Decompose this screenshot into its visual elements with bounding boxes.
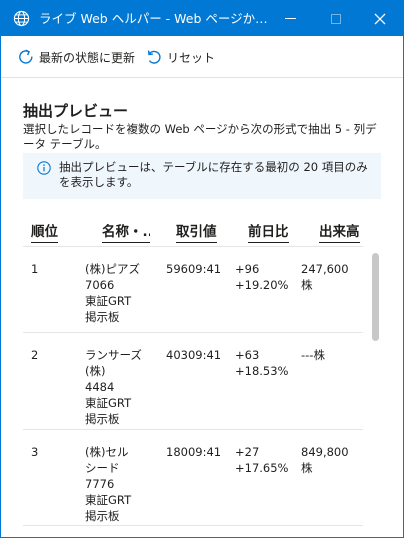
- toolbar: 最新の状態に更新 リセット: [1, 36, 403, 78]
- reset-button[interactable]: リセット: [145, 46, 215, 68]
- table-row: 3 (株)セル シード 7776 東証GRT 掲示板 18009:41 +27 …: [23, 430, 363, 526]
- maximize-icon: [331, 13, 341, 24]
- column-header-trade-value[interactable]: 取引値: [176, 224, 217, 243]
- window-title: ライブ Web ヘルパー - Web ページからデータを...: [39, 11, 275, 26]
- column-header-change[interactable]: 前日比: [248, 224, 289, 243]
- globe-icon: [13, 10, 30, 27]
- trade-value-cell: 40309:41: [166, 348, 222, 362]
- close-icon: [374, 13, 386, 24]
- reset-label: リセット: [167, 50, 216, 65]
- rank-cell: 2: [31, 348, 39, 362]
- refresh-button[interactable]: 最新の状態に更新: [17, 46, 135, 68]
- volume-cell: ---株: [301, 348, 325, 362]
- table-row: 2 ランサーズ (株) 4484 東証GRT 掲示板 40309:41 +63 …: [23, 333, 363, 430]
- scrollbar-thumb[interactable]: [372, 253, 379, 341]
- refresh-icon: [19, 49, 33, 64]
- change-cell: +63 +18.53%: [235, 348, 289, 378]
- close-button[interactable]: [357, 1, 403, 36]
- trade-value-cell: 59609:41: [166, 262, 222, 276]
- rank-cell: 3: [31, 445, 39, 459]
- column-header-rank[interactable]: 順位: [31, 224, 58, 243]
- change-cell: +27 +17.65%: [235, 445, 289, 475]
- name-cell: (株)ピアズ 7066 東証GRT 掲示板: [85, 262, 140, 324]
- info-text: 抽出プレビューは、テーブルに存在する最初の 20 項目のみを表示します。: [59, 160, 368, 189]
- undo-icon: [147, 50, 161, 64]
- volume-cell: 849,800 株: [301, 445, 349, 475]
- name-cell: (株)セル シード 7776 東証GRT 掲示板: [85, 445, 132, 523]
- table-body: 1 (株)ピアズ 7066 東証GRT 掲示板 59609:41 +96 +19…: [23, 247, 363, 537]
- column-header-volume[interactable]: 出来高: [319, 224, 360, 243]
- title-bar[interactable]: ライブ Web ヘルパー - Web ページからデータを...: [1, 1, 403, 36]
- info-bar: 抽出プレビューは、テーブルに存在する最初の 20 項目のみを表示します。: [23, 153, 381, 199]
- column-header-name[interactable]: 名称・...: [102, 224, 150, 243]
- refresh-label: 最新の状態に更新: [39, 50, 136, 65]
- live-web-helper-window: ライブ Web ヘルパー - Web ページからデータを... 最新の状態に更新: [0, 0, 404, 538]
- rank-cell: 1: [31, 262, 39, 276]
- table-row: 1 (株)ピアズ 7066 東証GRT 掲示板 59609:41 +96 +19…: [23, 247, 363, 333]
- maximize-button: [313, 1, 359, 36]
- info-icon: [37, 161, 51, 175]
- name-cell: ランサーズ (株) 4484 東証GRT 掲示板: [85, 348, 142, 426]
- minimize-icon: [284, 18, 296, 19]
- preview-title: 抽出プレビュー: [23, 102, 129, 120]
- trade-value-cell: 18009:41: [166, 445, 222, 459]
- change-cell: +96 +19.20%: [235, 262, 289, 292]
- minimize-button[interactable]: [267, 1, 313, 36]
- preview-description: 選択したレコードを複数の Web ページから次の形式で抽出 5 - 列データ テ…: [23, 122, 377, 151]
- volume-cell: 247,600 株: [301, 262, 349, 292]
